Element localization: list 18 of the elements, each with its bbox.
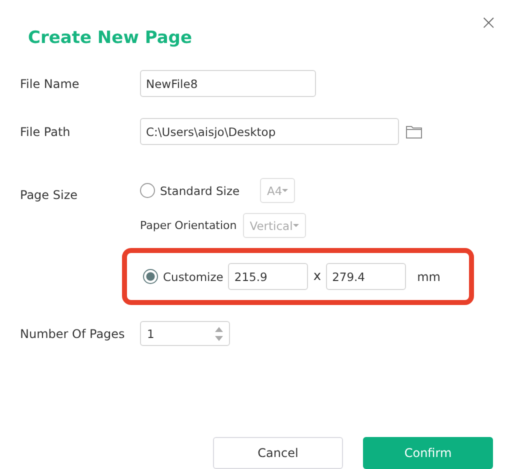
pages-spinbox[interactable]: 1 xyxy=(140,321,230,346)
field-label: Number Of Pages xyxy=(20,326,126,340)
field-label: File Path xyxy=(20,124,72,138)
file-name-field[interactable]: NewFile8 xyxy=(140,70,316,97)
field-label: File Name xyxy=(20,76,80,90)
spinner-arrows-icon[interactable] xyxy=(215,326,223,342)
width-field[interactable]: 215.9 xyxy=(228,263,308,290)
times-sign: x xyxy=(313,269,322,284)
height-field[interactable]: 279.4 xyxy=(326,263,406,290)
unit-label: mm xyxy=(417,270,440,284)
folder-icon[interactable] xyxy=(406,124,422,138)
field-label: Page Size xyxy=(20,188,78,202)
file-path-field[interactable]: C:\Users\aisjo\Desktop xyxy=(140,118,399,145)
customize-radio[interactable]: Customize xyxy=(143,269,224,284)
field-label: Paper Orientation xyxy=(140,219,237,232)
dialog-title: Create New Page xyxy=(28,28,192,48)
cancel-button[interactable]: Cancel xyxy=(213,437,343,469)
close-button[interactable]: × xyxy=(480,12,497,32)
